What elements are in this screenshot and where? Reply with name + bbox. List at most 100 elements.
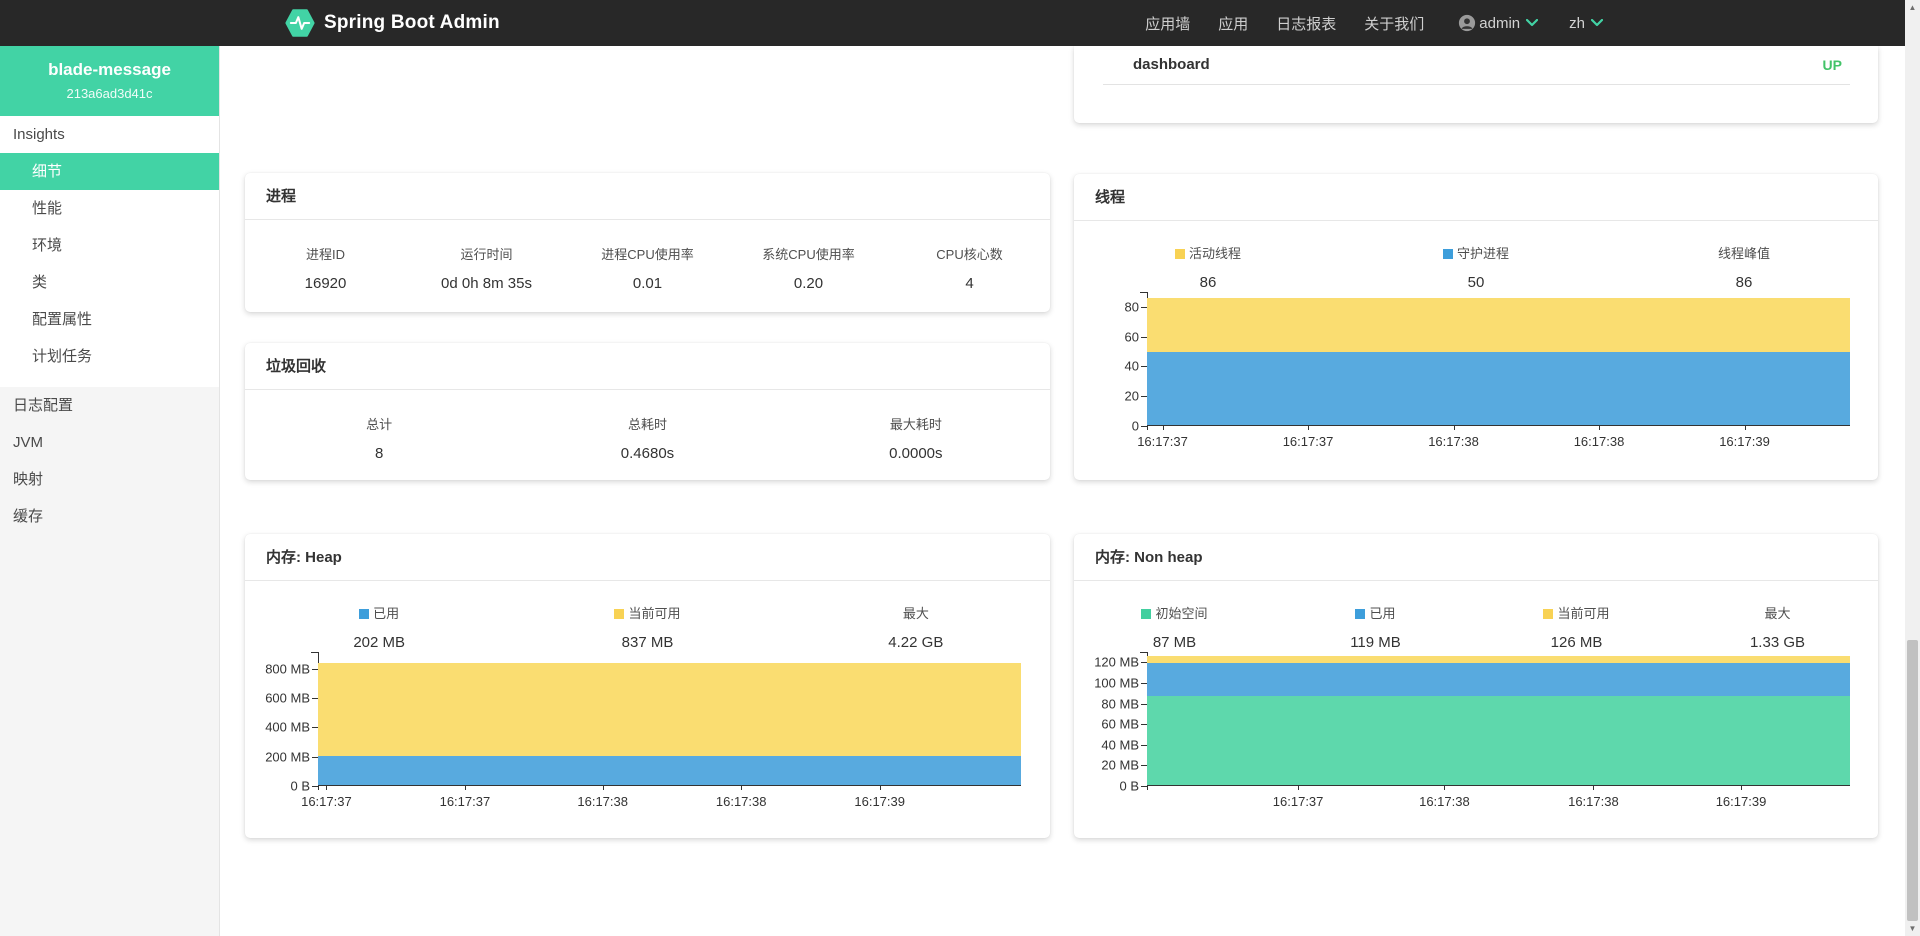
x-tick bbox=[1599, 426, 1600, 430]
stat-label: 总耗时 bbox=[513, 414, 781, 433]
threads-card-title: 线程 bbox=[1074, 174, 1878, 221]
nav-links: 应用墙 应用 日志报表 关于我们 bbox=[1117, 13, 1424, 34]
legend-swatch-icon bbox=[1141, 609, 1151, 619]
stat-守护进程: 守护进程50 bbox=[1342, 243, 1610, 291]
x-tick bbox=[1745, 426, 1746, 430]
y-tick bbox=[312, 727, 318, 728]
stat-label: 总计 bbox=[245, 414, 513, 433]
stat-已用: 已用119 MB bbox=[1275, 603, 1476, 651]
memory-non-heap-card: 内存: Non heap 初始空间87 MB已用119 MB当前可用126 MB… bbox=[1074, 534, 1878, 838]
spring-boot-admin-logo-icon bbox=[285, 8, 315, 38]
legend-swatch-icon bbox=[614, 609, 624, 619]
language-menu[interactable]: zh bbox=[1569, 15, 1603, 32]
nav-link-应用墙[interactable]: 应用墙 bbox=[1145, 13, 1190, 34]
nav-link-关于我们[interactable]: 关于我们 bbox=[1364, 13, 1424, 34]
x-tick bbox=[318, 786, 319, 790]
stat-value: 1.33 GB bbox=[1677, 634, 1878, 651]
stat-label: 初始空间 bbox=[1074, 603, 1275, 622]
sidebar-item-映射[interactable]: 映射 bbox=[0, 461, 219, 498]
stat-线程峰值: 线程峰值86 bbox=[1610, 243, 1878, 291]
stat-已用: 已用202 MB bbox=[245, 603, 513, 651]
sidebar-item-类[interactable]: 类 bbox=[0, 264, 219, 301]
x-tick bbox=[465, 786, 466, 790]
stat-value: 837 MB bbox=[513, 634, 781, 651]
legend-swatch-icon bbox=[1543, 609, 1553, 619]
stat-value: 0.20 bbox=[728, 275, 889, 292]
scroll-up-arrow-icon[interactable]: ▲ bbox=[1905, 0, 1920, 15]
y-tick bbox=[1141, 724, 1147, 725]
sidebar-item-性能[interactable]: 性能 bbox=[0, 190, 219, 227]
stat-活动线程: 活动线程86 bbox=[1074, 243, 1342, 291]
y-tick bbox=[1141, 307, 1147, 308]
y-tick-label: 0 B bbox=[1119, 779, 1139, 794]
stat-value: 50 bbox=[1342, 274, 1610, 291]
y-tick-label: 0 bbox=[1132, 419, 1139, 434]
stat-进程CPU使用率: 进程CPU使用率0.01 bbox=[567, 244, 728, 292]
stat-运行时间: 运行时间0d 0h 8m 35s bbox=[406, 244, 567, 292]
y-tick bbox=[1141, 745, 1147, 746]
scrollbar-thumb[interactable] bbox=[1907, 640, 1918, 921]
y-tick-label: 400 MB bbox=[265, 720, 310, 735]
y-tick bbox=[1141, 704, 1147, 705]
threads-chart: 02040608016:17:3716:17:3716:17:3816:17:3… bbox=[1147, 292, 1850, 426]
stat-初始空间: 初始空间87 MB bbox=[1074, 603, 1275, 651]
y-tick-label: 80 MB bbox=[1101, 696, 1139, 711]
stat-value: 4 bbox=[889, 275, 1050, 292]
gc-stats: 总计8总耗时0.4680s最大耗时0.0000s bbox=[245, 390, 1050, 462]
sidebar-item-配置属性[interactable]: 配置属性 bbox=[0, 301, 219, 338]
memory-non-heap-card-title: 内存: Non heap bbox=[1074, 534, 1878, 581]
x-tick-label: 16:17:38 bbox=[1428, 434, 1479, 449]
stat-label: 运行时间 bbox=[406, 244, 567, 263]
y-tick-label: 200 MB bbox=[265, 749, 310, 764]
stat-label: 最大 bbox=[782, 603, 1050, 622]
x-tick-label: 16:17:37 bbox=[1137, 434, 1188, 449]
y-tick-label: 80 bbox=[1125, 299, 1139, 314]
sidebar-item-细节[interactable]: 细节 bbox=[0, 153, 219, 190]
main-content: dashboard UP 进程 进程ID16920运行时间0d 0h 8m 35… bbox=[220, 46, 1905, 936]
stat-label: 系统CPU使用率 bbox=[728, 244, 889, 263]
x-tick-label: 16:17:39 bbox=[1719, 434, 1770, 449]
sidebar-item-计划任务[interactable]: 计划任务 bbox=[0, 338, 219, 375]
x-tick-label: 16:17:38 bbox=[1574, 434, 1625, 449]
sidebar-item-缓存[interactable]: 缓存 bbox=[0, 498, 219, 535]
scroll-down-arrow-icon[interactable]: ▼ bbox=[1905, 921, 1920, 936]
stat-label: 已用 bbox=[245, 603, 513, 622]
y-tick-label: 60 bbox=[1125, 329, 1139, 344]
stat-label: 最大 bbox=[1677, 603, 1878, 622]
sidebar-item-日志配置[interactable]: 日志配置 bbox=[0, 387, 219, 424]
x-tick-label: 16:17:37 bbox=[1283, 434, 1334, 449]
y-tick bbox=[312, 698, 318, 699]
stat-value: 0.4680s bbox=[513, 445, 781, 462]
legend-swatch-icon bbox=[1443, 249, 1453, 259]
top-navbar: Spring Boot Admin 应用墙 应用 日志报表 关于我们 admin zh bbox=[0, 0, 1905, 46]
sidebar-item-JVM[interactable]: JVM bbox=[0, 424, 219, 461]
y-tick bbox=[1141, 396, 1147, 397]
stat-value: 119 MB bbox=[1275, 634, 1476, 651]
stat-value: 16920 bbox=[245, 275, 406, 292]
stat-label: 线程峰值 bbox=[1610, 243, 1878, 262]
threads-card: 线程 活动线程86守护进程50线程峰值86 02040608016:17:371… bbox=[1074, 174, 1878, 480]
y-axis-top-tick bbox=[311, 652, 318, 653]
memory-non-heap-stats: 初始空间87 MB已用119 MB当前可用126 MB最大1.33 GB bbox=[1074, 581, 1878, 651]
application-name: blade-message bbox=[6, 60, 213, 80]
sidebar-item-环境[interactable]: 环境 bbox=[0, 227, 219, 264]
x-tick bbox=[326, 786, 327, 790]
sidebar: blade-message 213a6ad3d41c Insights细节性能环… bbox=[0, 46, 220, 936]
brand[interactable]: Spring Boot Admin bbox=[285, 0, 500, 46]
x-tick bbox=[1147, 786, 1148, 790]
stat-进程ID: 进程ID16920 bbox=[245, 244, 406, 292]
application-status-card: dashboard UP bbox=[1074, 46, 1878, 123]
application-row[interactable]: dashboard UP bbox=[1074, 46, 1878, 84]
sidebar-item-insights[interactable]: Insights bbox=[0, 116, 219, 153]
nav-link-应用[interactable]: 应用 bbox=[1218, 13, 1248, 34]
y-tick-label: 40 MB bbox=[1101, 737, 1139, 752]
nav-link-日志报表[interactable]: 日志报表 bbox=[1276, 13, 1336, 34]
x-tick-label: 16:17:38 bbox=[1419, 794, 1470, 809]
x-tick bbox=[1308, 426, 1309, 430]
y-tick bbox=[312, 669, 318, 670]
user-menu[interactable]: admin bbox=[1452, 14, 1538, 32]
stat-value: 0.0000s bbox=[782, 445, 1050, 462]
stat-CPU核心数: CPU核心数4 bbox=[889, 244, 1050, 292]
stat-最大: 最大 1.33 GB bbox=[1677, 603, 1878, 651]
memory-heap-card-title: 内存: Heap bbox=[245, 534, 1050, 581]
